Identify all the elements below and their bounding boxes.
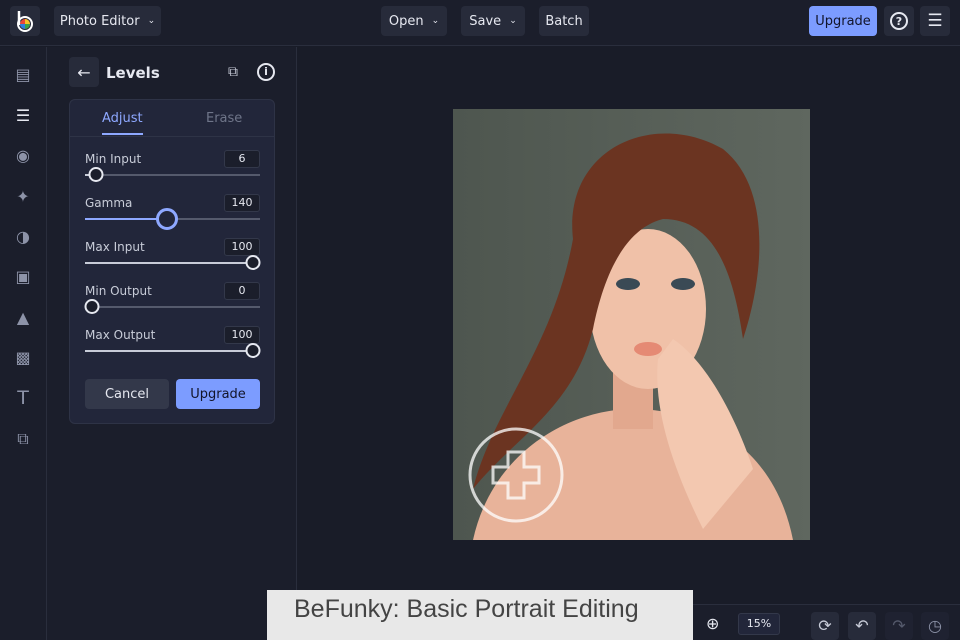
save-label: Save <box>469 13 502 29</box>
shapes-icon[interactable]: ▲ <box>12 307 34 329</box>
top-bar: Photo Editor ⌄ Open ⌄ Save ⌄ Batch Upgrade … <box>0 0 960 46</box>
frame-icon[interactable]: ▣ <box>12 266 34 288</box>
upgrade-apply-button[interactable]: Upgrade <box>176 379 260 409</box>
slider-fill <box>85 262 253 264</box>
slider-min-input[interactable]: Min Input 6 <box>85 150 260 182</box>
history-icon[interactable]: ◷ <box>921 612 949 640</box>
slider-max-output[interactable]: Max Output 100 <box>85 326 261 358</box>
menu-icon[interactable]: ☰ <box>920 6 950 36</box>
help-icon[interactable]: ? <box>884 6 914 36</box>
overlay-icon[interactable]: ⧉ <box>12 428 34 450</box>
palette-icon[interactable]: ◑ <box>12 226 34 248</box>
slider-thumb[interactable] <box>88 167 103 182</box>
text-icon[interactable]: T <box>12 387 34 409</box>
zoom-level[interactable]: 15% <box>738 613 780 635</box>
slider-value-input[interactable]: 140 <box>224 194 260 212</box>
presets-icon[interactable]: ⧉ <box>228 64 238 80</box>
slider-thumb[interactable] <box>156 208 179 230</box>
slider-value-input[interactable]: 0 <box>224 282 260 300</box>
slider-track[interactable] <box>84 299 260 314</box>
slider-fill <box>85 218 168 220</box>
texture-icon[interactable]: ▩ <box>12 347 34 369</box>
slider-track[interactable] <box>85 343 261 358</box>
slider-fill <box>85 350 253 352</box>
slider-gamma[interactable]: Gamma 140 <box>85 194 260 230</box>
chevron-down-icon: ⌄ <box>509 16 517 26</box>
redo-icon[interactable]: ↷ <box>885 612 913 640</box>
back-button[interactable]: ← <box>69 57 99 87</box>
tab-bar: Adjust Erase <box>70 100 274 137</box>
slider-thumb[interactable] <box>245 343 261 358</box>
sliders-icon[interactable]: ☰ <box>12 105 34 127</box>
sparkle-icon[interactable]: ✦ <box>12 186 34 208</box>
levels-card: Adjust Erase Min Input 6 Gamma 140 Max I… <box>69 99 275 424</box>
image-icon[interactable]: ▤ <box>12 64 34 86</box>
zoom-in-icon[interactable]: ⊕ <box>706 614 719 633</box>
slider-min-output[interactable]: Min Output 0 <box>84 282 260 314</box>
caption-overlay: BeFunky: Basic Portrait Editing <box>267 590 693 640</box>
levels-panel: ← Levels ⧉ i Adjust Erase Min Input 6 Ga… <box>47 47 297 640</box>
portrait-photo <box>453 109 810 540</box>
slider-track[interactable] <box>85 208 260 230</box>
slider-track[interactable] <box>85 255 261 270</box>
chevron-down-icon: ⌄ <box>147 16 156 26</box>
app-menu-label: Photo Editor <box>59 13 140 29</box>
slider-value-input[interactable]: 100 <box>224 238 260 256</box>
slider-value-input[interactable]: 100 <box>224 326 260 344</box>
slider-value-input[interactable]: 6 <box>224 150 260 168</box>
tool-rail: ▤ ☰ ◉ ✦ ◑ ▣ ▲ ▩ T ⧉ <box>0 47 47 640</box>
app-menu-button[interactable]: Photo Editor ⌄ <box>54 6 161 36</box>
tab-erase[interactable]: Erase <box>206 111 242 126</box>
open-label: Open <box>388 13 424 29</box>
info-icon[interactable]: i <box>257 63 275 81</box>
slider-max-input[interactable]: Max Input 100 <box>85 238 261 270</box>
open-button[interactable]: Open ⌄ <box>381 6 447 36</box>
batch-button[interactable]: Batch <box>539 6 589 36</box>
tab-adjust[interactable]: Adjust <box>102 111 143 135</box>
refresh-icon[interactable]: ⟳ <box>811 612 839 640</box>
undo-icon[interactable]: ↶ <box>848 612 876 640</box>
slider-track[interactable] <box>85 167 260 182</box>
upgrade-button[interactable]: Upgrade <box>809 6 877 36</box>
canvas-area[interactable] <box>298 47 960 604</box>
save-button[interactable]: Save ⌄ <box>461 6 525 36</box>
cancel-button[interactable]: Cancel <box>85 379 169 409</box>
chevron-down-icon: ⌄ <box>431 16 440 26</box>
slider-thumb[interactable] <box>84 299 100 314</box>
panel-title: Levels <box>106 64 160 82</box>
slider-thumb[interactable] <box>245 255 261 270</box>
eye-icon[interactable]: ◉ <box>12 145 34 167</box>
befunky-logo[interactable] <box>10 6 40 36</box>
